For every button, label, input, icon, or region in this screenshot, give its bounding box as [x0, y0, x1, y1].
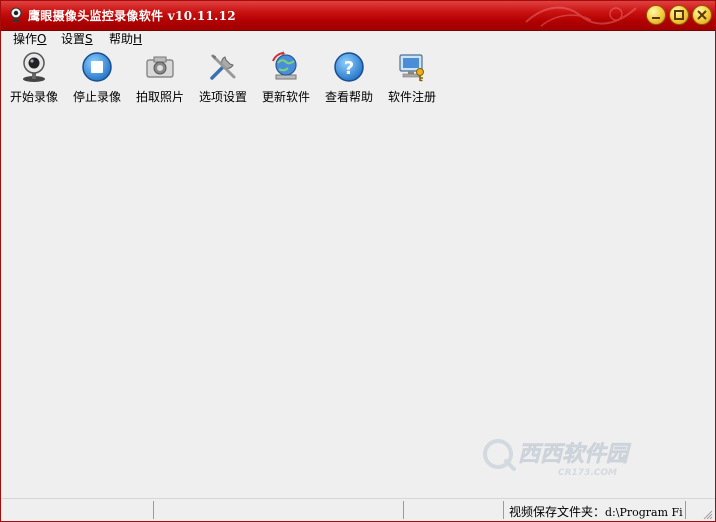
- window-title: 鹰眼摄像头监控录像软件 v10.11.12: [28, 9, 236, 23]
- register-software-label: 软件注册: [387, 90, 436, 104]
- register-key-icon: [399, 54, 424, 82]
- menu-operate[interactable]: 操作O: [13, 32, 46, 47]
- stop-recording-label: 停止录像: [72, 90, 121, 104]
- close-button[interactable]: [692, 5, 712, 25]
- svg-text:?: ?: [344, 58, 354, 79]
- register-software-button[interactable]: 软件注册: [381, 49, 443, 107]
- status-panel-2: [153, 501, 403, 519]
- save-folder-path: d:\Program Fi: [605, 506, 683, 519]
- watermark-text: 西西软件园: [518, 442, 632, 467]
- title-bar[interactable]: 鹰眼摄像头监控录像软件 v10.11.12: [1, 1, 715, 31]
- menu-settings-label: 设置: [61, 32, 86, 46]
- title-decoration: [525, 6, 637, 27]
- site-watermark-logo: 西西软件园 CR173.COM: [483, 439, 632, 478]
- menu-help[interactable]: 帮助H: [109, 32, 142, 47]
- status-panel-3: [403, 501, 503, 519]
- view-help-label: 查看帮助: [324, 90, 373, 104]
- maximize-icon: [674, 10, 684, 20]
- view-help-button[interactable]: ? 查看帮助: [318, 49, 380, 107]
- menu-bar: 操作O 设置S 帮助H: [1, 31, 715, 48]
- take-photo-button[interactable]: 拍取照片: [129, 49, 191, 107]
- webcam-icon: [23, 52, 45, 82]
- update-globe-icon: [272, 51, 297, 80]
- video-display-area: 西西软件园 CR173.COM: [1, 109, 715, 497]
- stop-icon: [82, 52, 112, 82]
- options-settings-label: 选项设置: [198, 90, 247, 104]
- menu-help-key: H: [133, 32, 143, 46]
- tools-icon: [210, 54, 236, 80]
- minimize-icon: [652, 17, 660, 19]
- app-window: 鹰眼摄像头监控录像软件 v10.11.12 操作O 设置S 帮助H 开始录像 停…: [0, 0, 716, 522]
- toolbar: 开始录像 停止录像 拍取照片 选项设置 更新软件 ? 查看帮助 软件注册: [1, 49, 715, 107]
- menu-settings-key: S: [85, 32, 93, 46]
- watermark-subtext: CR173.COM: [558, 468, 617, 478]
- start-recording-label: 开始录像: [9, 90, 58, 104]
- menu-settings[interactable]: 设置S: [61, 32, 93, 47]
- resize-grip-icon[interactable]: [701, 508, 713, 520]
- menu-operate-label: 操作: [13, 32, 38, 46]
- take-photo-label: 拍取照片: [135, 90, 184, 104]
- help-icon: ?: [334, 52, 364, 82]
- menu-operate-key: O: [37, 32, 47, 46]
- app-webcam-icon[interactable]: [8, 7, 24, 23]
- stop-recording-button[interactable]: 停止录像: [66, 49, 128, 107]
- minimize-button[interactable]: [646, 5, 666, 25]
- update-software-button[interactable]: 更新软件: [255, 49, 317, 107]
- save-folder-label: 视频保存文件夹：: [509, 505, 606, 519]
- menu-help-label: 帮助: [109, 32, 134, 46]
- camera-icon: [146, 56, 174, 78]
- maximize-button[interactable]: [669, 5, 689, 25]
- start-recording-button[interactable]: 开始录像: [3, 49, 65, 107]
- update-software-label: 更新软件: [261, 90, 310, 104]
- options-settings-button[interactable]: 选项设置: [192, 49, 254, 107]
- close-icon: [697, 10, 707, 20]
- status-bar: 视频保存文件夹：d:\Program Fi: [1, 498, 715, 521]
- save-folder-status: 视频保存文件夹：d:\Program Fi: [509, 503, 685, 520]
